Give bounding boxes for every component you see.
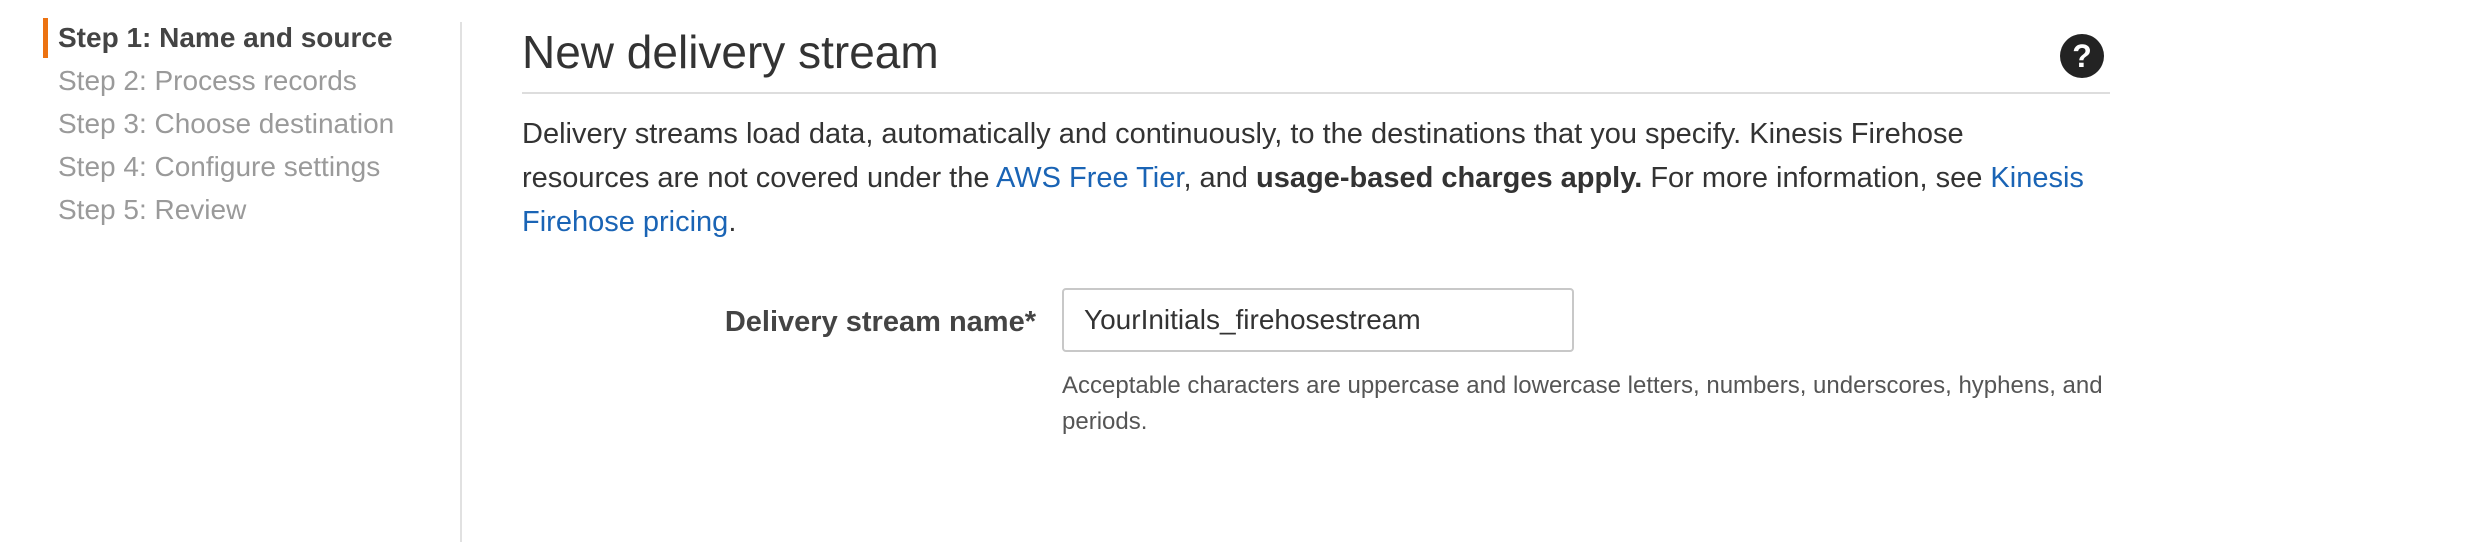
wizard-step-2[interactable]: Step 2: Process records [58, 63, 357, 99]
title-divider [522, 92, 2110, 94]
question-circle-icon[interactable]: ? [2060, 34, 2104, 78]
main-content: New delivery stream ? Delivery streams l… [522, 0, 2110, 542]
description-text: Delivery streams load data, automaticall… [522, 112, 2092, 244]
wizard-steps-sidebar: Step 1: Name and source Step 2: Process … [0, 0, 460, 542]
aws-free-tier-link[interactable]: AWS Free Tier [996, 162, 1183, 194]
charges-bold-text: usage-based charges apply. [1256, 162, 1643, 194]
stream-name-input[interactable] [1062, 288, 1574, 352]
page: Step 1: Name and source Step 2: Process … [0, 0, 2482, 542]
description-part-4: . [728, 206, 737, 238]
description-part-3: For more information, see [1642, 162, 1991, 194]
stream-name-label: Delivery stream name* [724, 306, 1036, 338]
sidebar-divider [460, 22, 462, 542]
stream-name-help-text: Acceptable characters are uppercase and … [1062, 372, 2103, 435]
active-step-indicator [43, 18, 48, 58]
description-part-2: , and [1183, 162, 1256, 194]
wizard-step-3[interactable]: Step 3: Choose destination [58, 106, 394, 142]
wizard-step-1[interactable]: Step 1: Name and source [58, 20, 393, 56]
wizard-step-4[interactable]: Step 4: Configure settings [58, 149, 380, 185]
wizard-step-5[interactable]: Step 5: Review [58, 192, 246, 228]
page-title: New delivery stream [522, 26, 939, 78]
